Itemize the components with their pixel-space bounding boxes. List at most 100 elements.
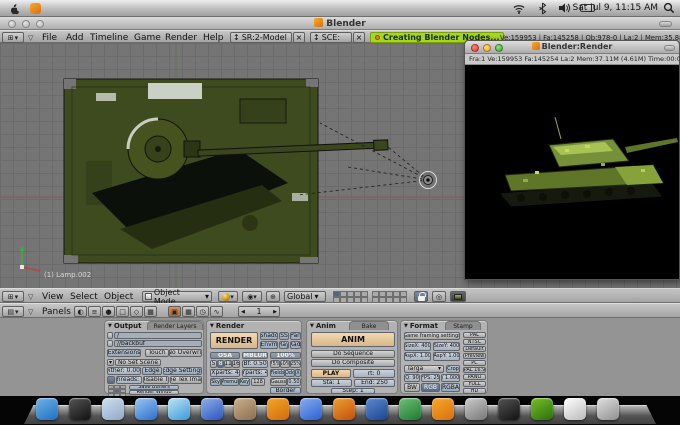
free-tex-images-toggle[interactable]: Free Tex Image — [170, 376, 202, 384]
panels-menu[interactable]: Panels — [42, 307, 71, 317]
size-25-button[interactable]: 25% — [290, 360, 301, 368]
anim-subcontext-button[interactable]: ◷ — [196, 306, 209, 317]
dock-icon-address-book[interactable] — [234, 398, 256, 420]
editor-type-button[interactable]: ⊞▾ — [2, 32, 24, 43]
menu-file[interactable]: File — [42, 33, 57, 43]
dock-icon-blender[interactable] — [432, 398, 454, 420]
header-collapse-icon[interactable]: ▽ — [28, 293, 33, 301]
osa-8-toggle[interactable]: 8 — [217, 360, 224, 368]
edge-toggle[interactable]: Edge — [142, 367, 162, 375]
screen-selector-close-icon[interactable]: × — [293, 32, 305, 43]
format-panel-header[interactable]: ▼Format — [404, 322, 438, 330]
rt-value[interactable]: rt: 0 — [353, 369, 395, 378]
anim-panel-header[interactable]: ▼Anim — [310, 322, 336, 330]
pano-toggle[interactable]: Pan — [290, 332, 301, 340]
render-button[interactable]: RENDER — [210, 332, 258, 349]
filter-value[interactable]: 0.50 — [287, 378, 301, 386]
bluetooth-icon[interactable] — [538, 2, 547, 15]
bits-select[interactable]: 128 — [251, 378, 265, 386]
start-frame-value[interactable]: Sta: 1 — [311, 379, 352, 387]
preset-pc-button[interactable]: PC — [463, 360, 486, 366]
preset-ntsc-button[interactable]: NTSC — [463, 339, 486, 345]
tab-render-layers[interactable]: Render Layers — [147, 321, 203, 330]
object-center-button[interactable]: ◎ — [432, 291, 446, 302]
size-75-button[interactable]: 75% — [270, 360, 280, 368]
fps-value[interactable]: FPS: 25 — [421, 374, 440, 382]
manipulator-toggle[interactable]: ⊕ — [266, 291, 280, 302]
preset-pano-button[interactable]: PANO — [463, 374, 486, 380]
x-toggle[interactable]: X — [295, 369, 301, 377]
header-collapse-icon[interactable]: ▽ — [28, 308, 33, 316]
filter-select[interactable]: Gauss — [270, 378, 287, 386]
key-toggle[interactable]: Key — [239, 378, 250, 386]
menu-help[interactable]: Help — [203, 33, 224, 43]
sky-toggle[interactable]: Sky — [210, 378, 221, 386]
frame-number-stepper[interactable]: ◀1▶ — [238, 306, 280, 317]
envmap-toggle[interactable]: Envm — [260, 341, 278, 349]
tab-bake[interactable]: Bake — [349, 321, 389, 330]
dock-icon-safari[interactable] — [135, 398, 157, 420]
osa-16-toggle[interactable]: 16 — [232, 360, 240, 368]
preset-pal169-button[interactable]: PAL 16:9 — [463, 367, 486, 373]
rgb-toggle[interactable]: RGB — [421, 383, 440, 392]
dock-icon-itunes[interactable] — [201, 398, 223, 420]
step-right-icon[interactable]: ▶ — [273, 309, 277, 315]
backbuf-path-field[interactable]: //backbuf — [114, 340, 202, 347]
editor-type-button[interactable]: ▤▾ — [2, 306, 24, 317]
dock-icon-trash[interactable] — [597, 398, 619, 420]
editor-type-button[interactable]: ⊞▾ — [2, 291, 24, 302]
mblur-header[interactable]: MBLUR — [242, 352, 268, 359]
viewport-shading-button[interactable]: ▾ — [218, 291, 238, 302]
toolbar-pill-button[interactable] — [664, 45, 675, 51]
render-path-field[interactable]: / — [114, 332, 202, 339]
xparts-value[interactable]: Xparts: 4 — [210, 369, 240, 377]
render-panel-header[interactable]: ▼Render — [210, 322, 244, 330]
apple-menu-icon[interactable] — [8, 2, 20, 15]
mblur-factor[interactable]: Bf: 0.50 — [242, 360, 268, 368]
preset-pal-button[interactable]: PAL — [463, 332, 486, 338]
preset-preview-button[interactable]: Preview — [463, 353, 486, 359]
chevron-down-icon[interactable]: ▾ — [107, 359, 114, 366]
preset-default-button[interactable]: Default — [463, 346, 486, 352]
play-button[interactable]: PLAY — [311, 369, 351, 378]
dock-icon-dashboard[interactable] — [69, 398, 91, 420]
render-result-window[interactable]: Blender:Render Fra:1 Ve:159953 Fa:145254… — [464, 40, 680, 280]
render-window-select[interactable]: Render Windo — [129, 390, 179, 395]
output-panel-header[interactable]: ▼Output — [108, 322, 141, 330]
volume-icon[interactable] — [558, 2, 571, 14]
menu-view[interactable]: View — [42, 292, 63, 302]
filetype-select[interactable]: Targa▾ — [404, 365, 444, 373]
aspx-value[interactable]: AspX: 1.00 — [404, 352, 431, 361]
aspy-value[interactable]: AspY: 1.00 — [433, 352, 460, 361]
osa-header[interactable]: OSA — [210, 352, 240, 359]
size-50-button[interactable]: 50% — [280, 360, 290, 368]
header-collapse-icon[interactable]: ▽ — [28, 34, 33, 42]
menu-add[interactable]: Add — [66, 33, 83, 43]
menubar-app-icon[interactable] — [30, 3, 41, 14]
menu-timeline[interactable]: Timeline — [90, 33, 128, 43]
sizey-value[interactable]: SizeY: 400 — [433, 342, 460, 351]
ray-toggle[interactable]: Ray — [279, 341, 289, 349]
mode-select[interactable]: Object Mode▾ — [142, 291, 212, 302]
threads-value[interactable]: Threads: 2 — [116, 376, 142, 384]
menu-object[interactable]: Object — [104, 292, 133, 302]
scene-selector[interactable]: ↕SCE: — [310, 32, 352, 43]
bw-toggle[interactable]: BW — [404, 383, 420, 392]
no-set-scene-select[interactable]: No Set Scene — [115, 359, 161, 366]
dock-icon-ichat[interactable] — [168, 398, 190, 420]
dock-icon-excel[interactable] — [399, 398, 421, 420]
script-context-button[interactable]: ≡ — [88, 306, 101, 317]
object-context-button[interactable]: □ — [116, 306, 129, 317]
spotlight-icon[interactable] — [663, 2, 675, 14]
scene-selector-close-icon[interactable]: × — [353, 32, 365, 43]
tab-stamp[interactable]: Stamp — [445, 321, 481, 330]
dock-icon-word[interactable] — [366, 398, 388, 420]
lock-layers-button[interactable] — [414, 291, 428, 302]
editing-context-button[interactable]: ◇ — [130, 306, 143, 317]
game-framing-button[interactable]: Game framing settings — [404, 332, 460, 340]
sss-toggle[interactable]: SS — [279, 332, 289, 340]
quality-value[interactable]: Q: 90 — [404, 374, 420, 382]
odd-toggle[interactable]: Odd — [285, 369, 295, 377]
premul-toggle[interactable]: Premul — [221, 378, 239, 386]
threads-icon[interactable] — [107, 376, 115, 384]
